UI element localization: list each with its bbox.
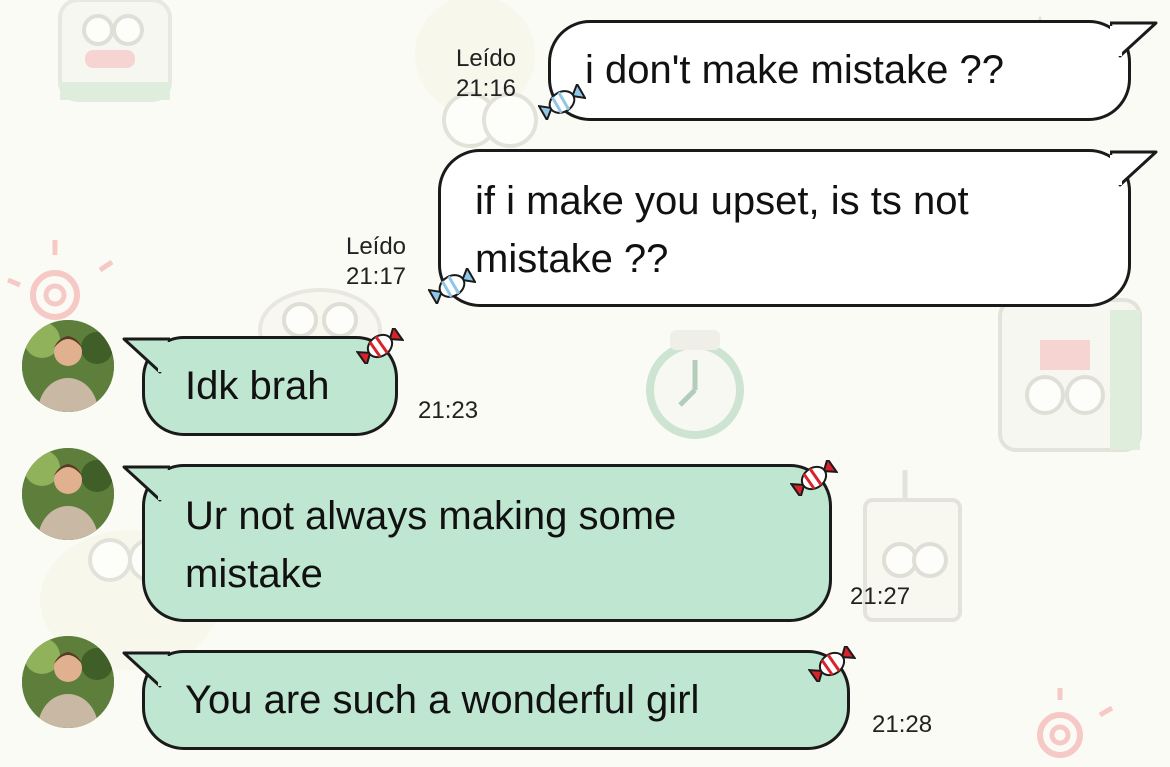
frog-wallpaper-icon: [58, 0, 172, 102]
bubble-tail: [1110, 21, 1158, 58]
bubble-tail: [122, 337, 170, 374]
message-text: if i make you upset, is ts not mistake ?…: [475, 179, 969, 281]
message-text: Idk brah: [185, 364, 330, 408]
message-text: i don't make mistake ??: [585, 48, 1004, 92]
swirl-wallpaper-icon: [7, 240, 114, 320]
red-candy-icon: [356, 328, 404, 364]
message-read-status: Leído 21:16: [440, 44, 532, 104]
message-timestamp: 21:23: [418, 397, 479, 424]
message-read-status: Leído 21:17: [330, 232, 422, 292]
outgoing-message-bubble[interactable]: if i make you upset, is ts not mistake ?…: [438, 149, 1131, 307]
person-avatar-icon: [22, 448, 114, 540]
incoming-message-bubble[interactable]: You are such a wonderful girl: [142, 650, 850, 750]
avatar[interactable]: [22, 320, 114, 412]
bubble-tail: [122, 651, 170, 688]
message-text: Ur not always making some mistake: [185, 494, 677, 596]
incoming-message-bubble[interactable]: Ur not always making some mistake: [142, 464, 832, 622]
avatar[interactable]: [22, 448, 114, 540]
alarm-clock-wallpaper-icon: [646, 330, 744, 439]
message-timestamp: 21:17: [345, 263, 407, 290]
message-timestamp: 21:16: [455, 75, 517, 102]
frog-wallpaper-icon: [998, 298, 1142, 452]
blue-candy-icon: [428, 268, 476, 304]
person-avatar-icon: [22, 320, 114, 412]
red-candy-icon: [790, 460, 838, 496]
swirl-wallpaper-icon: [1037, 688, 1114, 758]
outgoing-message-bubble[interactable]: i don't make mistake ??: [548, 20, 1131, 121]
person-avatar-icon: [22, 636, 114, 728]
blue-candy-icon: [538, 84, 586, 120]
message-timestamp: 21:27: [850, 583, 911, 610]
avatar[interactable]: [22, 636, 114, 728]
bubble-tail: [122, 465, 170, 502]
read-receipt-label: Leído: [455, 45, 517, 72]
message-timestamp: 21:28: [872, 711, 933, 738]
message-text: You are such a wonderful girl: [185, 678, 700, 722]
bubble-tail: [1110, 150, 1158, 187]
red-candy-icon: [808, 646, 856, 682]
read-receipt-label: Leído: [345, 233, 407, 260]
